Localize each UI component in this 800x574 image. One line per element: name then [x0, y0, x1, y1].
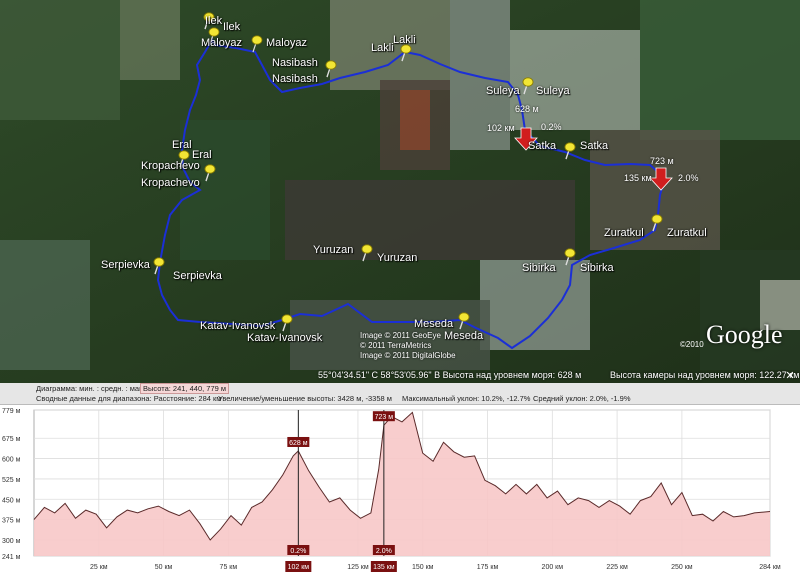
google-logo: Google	[706, 320, 783, 349]
y-tick-label: 450 м	[2, 497, 21, 504]
status-bar: 55°04'34.51" С 58°53'05.96" В Высота над…	[0, 370, 800, 383]
place-label[interactable]: Suleya	[486, 85, 520, 97]
route-elev-723: 723 м	[650, 156, 674, 166]
copyright-line: Image © 2011 DigitalGlobe	[360, 351, 456, 360]
place-label[interactable]: Eral	[172, 139, 192, 151]
average-slope: Средний уклон: 2.0%, -1.9%	[533, 394, 631, 403]
profile-header: Диаграмма: мин. : средн. : макс.: Высота…	[0, 383, 800, 405]
elevation-profile-panel[interactable]: Диаграмма: мин. : средн. : макс.: Высота…	[0, 383, 800, 574]
marker-distance-label: 135 км	[373, 564, 395, 571]
place-label[interactable]: Satka	[580, 140, 608, 152]
close-profile-button[interactable]: ✕	[784, 370, 796, 382]
place-label[interactable]: Katav-Ivanovsk	[200, 320, 275, 332]
place-label[interactable]: Maloyaz	[201, 37, 242, 49]
x-tick-label: 25 км	[90, 564, 108, 571]
place-label[interactable]: Maloyaz	[266, 37, 307, 49]
x-tick-label: 250 км	[671, 564, 693, 571]
marker-slope-label: 2.0%	[376, 548, 392, 555]
route-elev-628: 628 м	[515, 104, 539, 114]
place-label[interactable]: Meseda	[414, 318, 453, 330]
elevation-summary[interactable]: Высота: 241, 440, 779 м	[140, 383, 230, 394]
place-label[interactable]: Kropachevo	[141, 160, 200, 172]
place-label[interactable]: Yuruzan	[313, 244, 353, 256]
x-tick-label: 175 км	[477, 564, 499, 571]
x-tick-label: 75 км	[220, 564, 238, 571]
place-label[interactable]: Sibirka	[522, 262, 556, 274]
y-tick-label: 600 м	[2, 457, 21, 464]
elevation-gain-loss: Увеличение/уменьшение высоты: 3428 м, -3…	[218, 394, 392, 403]
max-slope: Максимальный уклон: 10.2%, -12.7%	[402, 394, 531, 403]
y-tick-label: 300 м	[2, 538, 21, 545]
route-slope-20: 2.0%	[678, 173, 699, 183]
place-label[interactable]: Sibirka	[580, 262, 614, 274]
place-label[interactable]: Lakli	[393, 34, 416, 46]
map-canvas[interactable]	[0, 0, 800, 383]
place-label[interactable]: Satka	[528, 140, 556, 152]
y-tick-label: 241 м	[2, 554, 21, 561]
place-label[interactable]: Serpievka	[101, 259, 150, 271]
copyright-line: Image © 2011 GeoEye	[360, 331, 441, 340]
y-tick-label: 525 м	[2, 477, 21, 484]
chart-legend-prefix: Диаграмма: мин. : средн. : макс.:	[36, 384, 151, 393]
status-camera-altitude: Высота камеры над уровнем моря: 122.27 к…	[610, 370, 800, 380]
place-label[interactable]: Zuratkul	[604, 227, 644, 239]
place-label[interactable]: Suleya	[536, 85, 570, 97]
place-label[interactable]: Ilek	[223, 21, 240, 33]
route-dist-135: 135 км	[624, 173, 652, 183]
satellite-map[interactable]: Ilek Maloyaz Maloyaz Nasibash Nasibash Lakli L…	[0, 0, 800, 383]
y-tick-label: 375 м	[2, 518, 21, 525]
x-tick-label: 225 км	[606, 564, 628, 571]
x-tick-label: 200 км	[542, 564, 564, 571]
route-dist-102: 102 км	[487, 123, 515, 133]
x-tick-label: 50 км	[155, 564, 173, 571]
y-tick-label: 779 м	[2, 408, 21, 415]
marker-value-label: 628 м	[289, 440, 308, 447]
copyright-line: © 2011 TerraMetrics	[360, 341, 432, 350]
elevation-chart[interactable]: 241 м 300 м 375 м 450 м 525 м 600 м 675 м 779 м…	[0, 404, 800, 574]
place-label[interactable]: Zuratkul	[667, 227, 707, 239]
marker-distance-label: 102 км	[288, 564, 310, 571]
place-label[interactable]: Serpievka	[173, 270, 222, 282]
imagery-copyright: Image © 2011 GeoEye © 2011 TerraMetrics …	[360, 331, 456, 361]
marker-value-label: 723 м	[375, 414, 394, 421]
marker-slope-label: 0.2%	[290, 548, 306, 555]
place-label[interactable]: Kropachevo	[141, 177, 200, 189]
place-label[interactable]: Nasibash	[272, 73, 318, 85]
x-tick-label: 284 км	[759, 564, 781, 571]
x-tick-label: 150 км	[412, 564, 434, 571]
copyright-2010: ©2010	[680, 340, 704, 349]
x-tick-label: 125 км	[347, 564, 369, 571]
y-tick-label: 675 м	[2, 436, 21, 443]
route-slope-02: 0.2%	[541, 122, 562, 132]
place-label[interactable]: Lakli	[371, 42, 394, 54]
place-label[interactable]: Katav-Ivanovsk	[247, 332, 322, 344]
place-label[interactable]: Ilek	[205, 15, 222, 27]
place-label[interactable]: Nasibash	[272, 57, 318, 69]
place-label[interactable]: Yuruzan	[377, 252, 417, 264]
range-summary: Сводные данные для диапазона: Расстояние…	[36, 394, 222, 403]
status-coordinates: 55°04'34.51" С 58°53'05.96" В Высота над…	[318, 370, 582, 380]
